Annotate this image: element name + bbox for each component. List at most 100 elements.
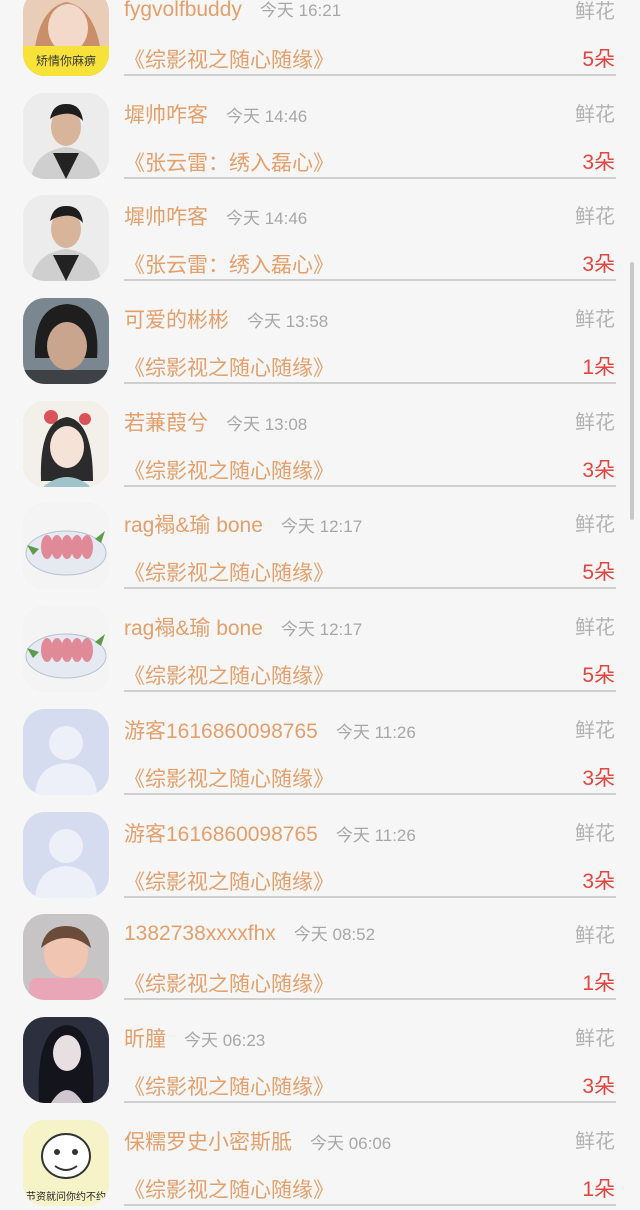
divider xyxy=(124,1203,616,1206)
timestamp: 今天 13:58 xyxy=(247,312,329,332)
work-title-link[interactable]: 《综影视之随心随缘》 xyxy=(124,866,334,896)
divider xyxy=(124,484,616,487)
list-item[interactable]: 昕朣 今天 06:23 鲜花 《综影视之随心随缘》 3朵 xyxy=(0,1005,640,1108)
divider xyxy=(124,587,616,590)
timestamp: 今天 13:08 xyxy=(226,414,308,434)
list-item[interactable]: 游客1616860098765 今天 11:26 鲜花 《综影视之随心随缘》 3… xyxy=(0,697,640,800)
user-name[interactable]: 保糯罗史小密斯胝 xyxy=(124,1126,292,1156)
user-name[interactable]: rag褟&瑜 bone xyxy=(124,509,263,539)
divider xyxy=(124,690,616,693)
work-title-link[interactable]: 《综影视之随心随缘》 xyxy=(124,1071,334,1101)
list-item[interactable]: 节资就问你约不约 保糯罗史小密斯胝 今天 06:06 鲜花 《综影视之随心随缘》… xyxy=(0,1108,640,1210)
gift-type-label: 鲜花 xyxy=(575,719,615,742)
list-item[interactable]: 墀帅咋客 今天 14:46 鲜花 《张云雷：绣入磊心》 3朵 xyxy=(0,81,640,184)
work-title-link[interactable]: 《综影视之随心随缘》 xyxy=(124,968,334,998)
timestamp: 今天 12:17 xyxy=(280,517,363,537)
gift-type-label: 鲜花 xyxy=(575,822,615,845)
gift-count: 1朵 xyxy=(582,972,615,996)
work-title-link[interactable]: 《综影视之随心随缘》 xyxy=(124,44,334,74)
divider xyxy=(124,279,616,282)
user-name[interactable]: fygvolfbuddy xyxy=(124,0,242,22)
timestamp: 今天 12:17 xyxy=(280,620,363,640)
gift-type-label: 鲜花 xyxy=(575,1130,615,1153)
user-name[interactable]: 游客1616860098765 xyxy=(124,818,318,848)
gift-count: 5朵 xyxy=(582,48,615,71)
avatar-painted-girl[interactable] xyxy=(23,400,109,487)
work-title-link[interactable]: 《综影视之随心随缘》 xyxy=(124,557,334,587)
work-title-link[interactable]: 《综影视之随心随缘》 xyxy=(124,763,334,793)
divider xyxy=(124,895,616,898)
divider xyxy=(124,176,616,179)
work-title-link[interactable]: 《综影视之随心随缘》 xyxy=(124,1174,334,1204)
user-name[interactable]: 可爱的彬彬 xyxy=(124,304,229,334)
user-name[interactable]: 墀帅咋客 xyxy=(124,201,208,231)
list-item[interactable]: rag褟&瑜 bone 今天 12:17 鲜花 《综影视之随心随缘》 5朵 xyxy=(0,594,640,697)
gift-count: 3朵 xyxy=(582,869,615,893)
divider xyxy=(124,1100,616,1103)
list-item[interactable]: 1382738xxxxfhx 今天 08:52 鲜花 《综影视之随心随缘》 1朵 xyxy=(0,902,640,1005)
timestamp: 今天 08:52 xyxy=(293,925,376,945)
avatar-caption: 节资就问你约不约 xyxy=(26,1190,106,1203)
timestamp: 今天 14:46 xyxy=(226,106,308,126)
list-item[interactable]: 墀帅咋客 今天 14:46 鲜花 《张云雷：绣入磊心》 3朵 xyxy=(0,183,640,286)
gift-count: 1朵 xyxy=(582,356,615,380)
timestamp: 今天 16:21 xyxy=(259,1,342,20)
user-name[interactable]: 若蒹葭兮 xyxy=(124,407,208,437)
work-title-link[interactable]: 《张云雷：绣入磊心》 xyxy=(124,249,334,279)
avatar-sashimi-plate[interactable] xyxy=(23,606,109,693)
gift-type-label: 鲜花 xyxy=(575,206,615,229)
avatar-default-avatar[interactable] xyxy=(23,811,109,898)
avatar-caption: 矫情你麻痹 xyxy=(36,53,96,68)
avatar-girl-photo[interactable]: 矫情你麻痹 xyxy=(23,0,109,76)
list-item[interactable]: rag褟&瑜 bone 今天 12:17 鲜花 《综影视之随心随缘》 5朵 xyxy=(0,491,640,594)
gift-type-label: 鲜花 xyxy=(575,617,615,640)
gift-count: 1朵 xyxy=(582,1177,615,1201)
list-item[interactable]: 若蒹葭兮 今天 13:08 鲜花 《综影视之随心随缘》 3朵 xyxy=(0,389,640,492)
work-title-link[interactable]: 《综影视之随心随缘》 xyxy=(124,455,334,485)
gift-type-label: 鲜花 xyxy=(575,514,615,537)
gift-type-label: 鲜花 xyxy=(575,103,615,126)
scrollbar[interactable] xyxy=(630,262,634,520)
gift-count: 3朵 xyxy=(582,253,615,277)
timestamp: 今天 14:46 xyxy=(226,209,308,229)
gift-count: 3朵 xyxy=(582,1074,615,1098)
gift-type-label: 鲜花 xyxy=(575,1,615,23)
gift-type-label: 鲜花 xyxy=(575,309,615,332)
work-title-link[interactable]: 《张云雷：绣入磊心》 xyxy=(124,147,334,177)
avatar-man-photo[interactable] xyxy=(23,195,109,282)
divider xyxy=(124,998,616,1001)
gift-count: 5朵 xyxy=(582,561,615,585)
avatar-anime-girl[interactable] xyxy=(23,1016,109,1103)
gift-count: 3朵 xyxy=(582,150,615,174)
avatar-meme-face[interactable]: 节资就问你约不约 xyxy=(23,1119,109,1206)
avatar-sashimi-plate[interactable] xyxy=(23,503,109,590)
timestamp: 今天 06:06 xyxy=(310,1133,392,1153)
gift-count: 3朵 xyxy=(582,766,615,790)
list-item[interactable]: 可爱的彬彬 今天 13:58 鲜花 《综影视之随心随缘》 1朵 xyxy=(0,286,640,389)
avatar-man-photo[interactable] xyxy=(23,92,109,179)
gift-record-list[interactable]: 矫情你麻痹 fygvolfbuddy 今天 16:21 鲜花 《综影视之随心随缘… xyxy=(0,0,640,1210)
work-title-link[interactable]: 《综影视之随心随缘》 xyxy=(124,660,334,690)
timestamp: 今天 11:26 xyxy=(335,825,416,845)
list-item[interactable]: 矫情你麻痹 fygvolfbuddy 今天 16:21 鲜花 《综影视之随心随缘… xyxy=(0,0,640,81)
user-name[interactable]: 游客1616860098765 xyxy=(124,715,318,745)
list-item[interactable]: 游客1616860098765 今天 11:26 鲜花 《综影视之随心随缘》 3… xyxy=(0,800,640,903)
gift-type-label: 鲜花 xyxy=(575,411,615,434)
divider xyxy=(124,792,616,795)
gift-count: 5朵 xyxy=(582,664,615,688)
user-name[interactable]: 1382738xxxxfhx xyxy=(124,922,276,946)
divider xyxy=(124,382,616,385)
timestamp: 今天 11:26 xyxy=(335,722,416,742)
avatar-baby-photo[interactable] xyxy=(23,914,109,1001)
work-title-link[interactable]: 《综影视之随心随缘》 xyxy=(124,352,334,382)
gift-count: 3朵 xyxy=(582,458,615,482)
avatar-default-avatar[interactable] xyxy=(23,708,109,795)
user-name[interactable]: 墀帅咋客 xyxy=(124,99,208,129)
user-name[interactable]: 昕朣 xyxy=(124,1023,166,1053)
timestamp: 今天 06:23 xyxy=(184,1030,266,1050)
gift-type-label: 鲜花 xyxy=(575,925,615,948)
divider xyxy=(124,74,616,76)
avatar-selfie-photo[interactable] xyxy=(23,298,109,385)
gift-type-label: 鲜花 xyxy=(575,1027,615,1050)
user-name[interactable]: rag褟&瑜 bone xyxy=(124,612,263,642)
